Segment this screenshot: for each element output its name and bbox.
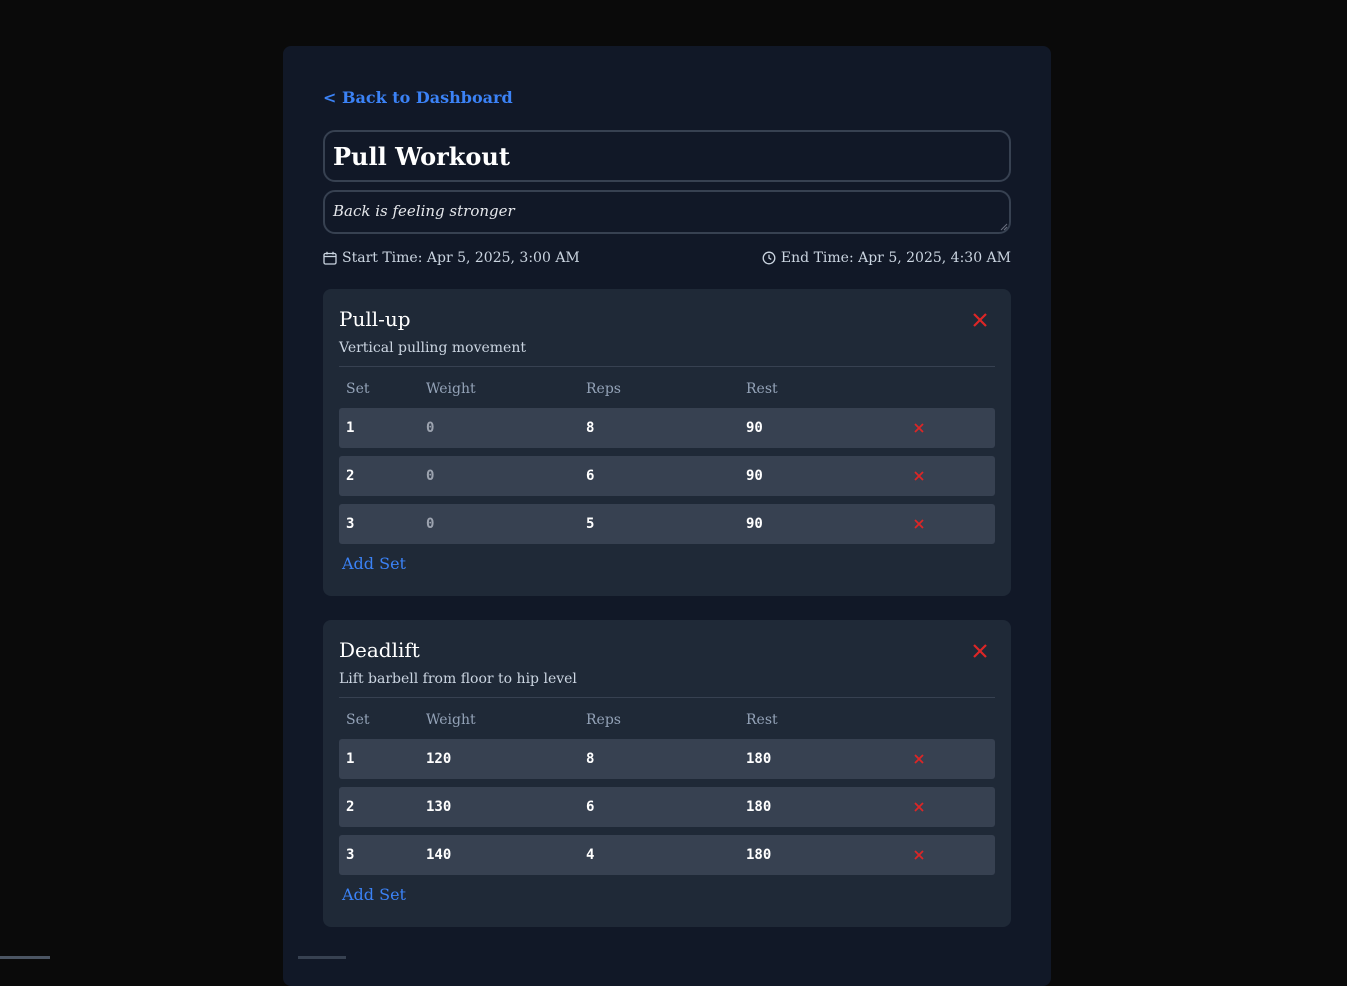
set-number: 1 [346, 751, 355, 767]
set-number: 3 [346, 516, 355, 532]
exercise-card: Pull-up Vertical pulling movement Set We… [323, 289, 1011, 596]
notes-field-wrapper: Back is feeling stronger [323, 190, 1011, 234]
rest-input[interactable]: 90 [746, 420, 763, 436]
remove-set-close-icon[interactable] [913, 518, 925, 530]
reps-input[interactable]: 8 [586, 751, 594, 767]
set-row: 3 140 4 180 [339, 835, 995, 875]
back-to-dashboard-link[interactable]: < Back to Dashboard [323, 88, 513, 107]
start-time: Start Time: Apr 5, 2025, 3:00 AM [323, 250, 580, 266]
exercise-name: Pull-up [339, 307, 411, 331]
remove-set-close-icon[interactable] [913, 470, 925, 482]
resize-grip-icon[interactable] [1000, 223, 1008, 231]
remove-set-close-icon[interactable] [913, 422, 925, 434]
rest-input[interactable]: 180 [746, 751, 771, 767]
set-number: 2 [346, 468, 355, 484]
reps-input[interactable]: 8 [586, 420, 594, 436]
rest-input[interactable]: 90 [746, 468, 763, 484]
workout-notes-input[interactable]: Back is feeling stronger [323, 190, 1011, 234]
set-row: 1 0 8 90 [339, 408, 995, 448]
add-set-button[interactable]: Add Set [342, 554, 406, 573]
column-header-reps: Reps [586, 712, 621, 728]
column-header-set: Set [346, 712, 370, 728]
divider [339, 366, 995, 367]
calendar-icon [323, 251, 337, 265]
rest-input[interactable]: 180 [746, 799, 771, 815]
reps-input[interactable]: 5 [586, 516, 594, 532]
column-header-rest: Rest [746, 381, 778, 397]
rest-input[interactable]: 180 [746, 847, 771, 863]
reps-input[interactable]: 6 [586, 799, 594, 815]
rest-input[interactable]: 90 [746, 516, 763, 532]
start-time-label: Start Time: Apr 5, 2025, 3:00 AM [342, 250, 580, 266]
remove-set-close-icon[interactable] [913, 753, 925, 765]
set-row: 2 0 6 90 [339, 456, 995, 496]
weight-input[interactable]: 0 [426, 468, 434, 484]
weight-input[interactable]: 0 [426, 516, 434, 532]
column-header-reps: Reps [586, 381, 621, 397]
column-header-rest: Rest [746, 712, 778, 728]
weight-input[interactable]: 140 [426, 847, 451, 863]
set-row: 1 120 8 180 [339, 739, 995, 779]
end-time-label: End Time: Apr 5, 2025, 4:30 AM [780, 250, 1011, 266]
weight-input[interactable]: 120 [426, 751, 451, 767]
clock-icon [762, 251, 776, 265]
column-header-weight: Weight [426, 712, 476, 728]
remove-set-close-icon[interactable] [913, 801, 925, 813]
remove-exercise-close-icon[interactable] [971, 311, 989, 329]
divider [339, 697, 995, 698]
exercise-description: Vertical pulling movement [339, 340, 526, 356]
set-number: 2 [346, 799, 355, 815]
exercise-card: Deadlift Lift barbell from floor to hip … [323, 620, 1011, 927]
set-row: 2 130 6 180 [339, 787, 995, 827]
time-row: Start Time: Apr 5, 2025, 3:00 AM End Tim… [323, 250, 1011, 270]
exercise-description: Lift barbell from floor to hip level [339, 671, 577, 687]
column-header-set: Set [346, 381, 370, 397]
weight-input[interactable]: 130 [426, 799, 451, 815]
set-number: 1 [346, 420, 355, 436]
remove-exercise-close-icon[interactable] [971, 642, 989, 660]
workout-title-input[interactable] [323, 130, 1011, 182]
workout-panel: < Back to Dashboard Back is feeling stro… [283, 46, 1051, 986]
remove-set-close-icon[interactable] [913, 849, 925, 861]
weight-input[interactable]: 0 [426, 420, 434, 436]
set-row: 3 0 5 90 [339, 504, 995, 544]
reps-input[interactable]: 4 [586, 847, 594, 863]
reps-input[interactable]: 6 [586, 468, 594, 484]
add-set-button[interactable]: Add Set [342, 885, 406, 904]
exercise-name: Deadlift [339, 638, 420, 662]
set-number: 3 [346, 847, 355, 863]
column-header-weight: Weight [426, 381, 476, 397]
end-time: End Time: Apr 5, 2025, 4:30 AM [762, 250, 1011, 266]
